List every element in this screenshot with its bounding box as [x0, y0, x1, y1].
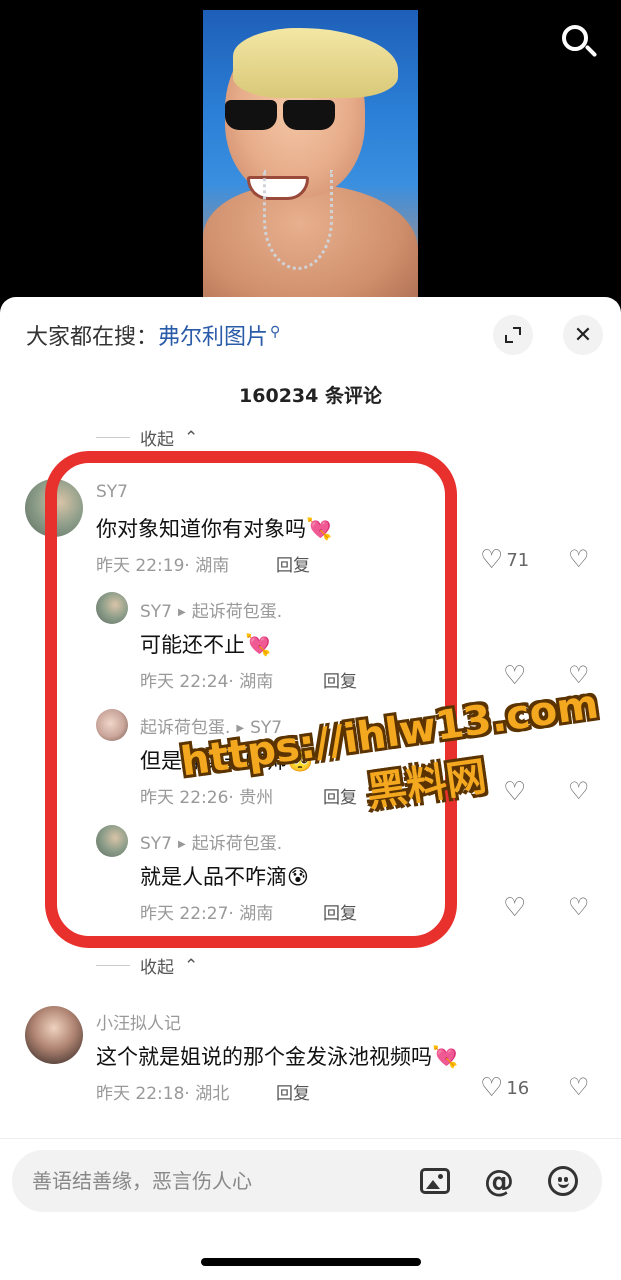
comment-input[interactable] [32, 1150, 412, 1212]
comment-username[interactable]: SY7 [96, 482, 128, 502]
reply-meta: 昨天 22:27· 湖南 [140, 904, 274, 924]
trending-search[interactable]: 大家都在搜： 弗尔利图片 ⚲ [26, 319, 280, 351]
image-icon[interactable] [418, 1164, 452, 1198]
expand-icon [505, 327, 521, 343]
close-button[interactable]: ✕ [563, 315, 603, 355]
reply-text: 可能还不止💘 [140, 633, 272, 657]
reply-button[interactable]: 回复 [323, 667, 357, 692]
dislike-icon[interactable]: ♡ [568, 895, 590, 919]
comment-input-bar[interactable]: @ [12, 1150, 602, 1212]
reply-meta: 昨天 22:26· 贵州 [140, 788, 274, 808]
avatar[interactable] [96, 825, 128, 857]
search-small-icon: ⚲ [270, 324, 281, 340]
like-button[interactable]: ♡ [503, 895, 526, 921]
like-button[interactable]: ♡ [503, 779, 526, 805]
comment-meta: 昨天 22:18· 湖北 [96, 1084, 230, 1104]
search-icon[interactable] [559, 22, 599, 62]
heart-icon: ♡ [503, 777, 527, 807]
comments-sheet: 大家都在搜： 弗尔利图片 ⚲ ✕ 160234 条评论 收起 ⌃ SY7 你对象… [0, 297, 621, 1280]
reply-arrow-icon: ▶ [178, 607, 186, 618]
collapse-divider [96, 437, 130, 438]
video-area[interactable] [0, 0, 621, 300]
reply-meta: 昨天 22:24· 湖南 [140, 672, 274, 692]
avatar[interactable] [25, 479, 83, 537]
comment-meta: 昨天 22:19· 湖南 [96, 556, 230, 576]
collapse-divider [96, 965, 130, 966]
reply-text: 但是确实长的帅🥺 [140, 749, 314, 773]
reply-username[interactable]: SY7 ▶ 起诉荷包蛋. [140, 597, 282, 622]
chevron-up-icon: ⌃ [184, 427, 199, 448]
video-thumbnail[interactable] [203, 10, 418, 300]
avatar[interactable] [96, 592, 128, 624]
reply-text: 就是人品不咋滴😰 [140, 865, 309, 889]
dislike-icon[interactable]: ♡ [568, 547, 590, 571]
reply-username[interactable]: 起诉荷包蛋. ▶ SY7 [140, 713, 282, 738]
like-button[interactable]: ♡ 16 [480, 1075, 529, 1101]
heart-icon: ♡ [503, 661, 527, 691]
person-hair [233, 28, 398, 98]
like-button[interactable]: ♡ [503, 663, 526, 689]
dislike-icon[interactable]: ♡ [568, 1075, 590, 1099]
heart-icon: ♡ [503, 893, 527, 923]
reply-username[interactable]: SY7 ▶ 起诉荷包蛋. [140, 829, 282, 854]
comment-count: 160234 条评论 [239, 385, 382, 407]
search-keyword[interactable]: 弗尔利图片 [158, 319, 268, 351]
avatar[interactable] [25, 1006, 83, 1064]
collapse-label: 收起 [140, 958, 174, 978]
comment-text: 这个就是姐说的那个金发泳池视频吗💘 [96, 1045, 459, 1069]
collapse-label: 收起 [140, 430, 174, 450]
mention-icon[interactable]: @ [482, 1164, 516, 1199]
heart-icon: ♡ [480, 545, 504, 575]
dislike-icon[interactable]: ♡ [568, 663, 590, 687]
sunglasses [225, 100, 335, 134]
search-prefix: 大家都在搜： [26, 325, 159, 350]
reply-button[interactable]: 回复 [276, 551, 310, 576]
like-count: 71 [506, 549, 530, 571]
home-indicator[interactable] [201, 1258, 421, 1266]
reply-button[interactable]: 回复 [323, 899, 357, 924]
comment-username[interactable]: 小汪拟人记 [96, 1009, 181, 1034]
dislike-icon[interactable]: ♡ [568, 779, 590, 803]
heart-icon: ♡ [480, 1073, 504, 1103]
close-icon: ✕ [573, 322, 593, 348]
reply-arrow-icon: ▶ [236, 723, 245, 734]
collapse-replies-top[interactable]: 收起 ⌃ [96, 425, 198, 450]
like-count: 16 [506, 1077, 530, 1099]
avatar[interactable] [96, 709, 128, 741]
comment-text: 你对象知道你有对象吗💘 [96, 517, 333, 541]
like-button[interactable]: ♡ 71 [480, 547, 529, 573]
reply-button[interactable]: 回复 [276, 1079, 310, 1104]
chevron-up-icon: ⌃ [184, 955, 199, 976]
necklace [263, 170, 333, 270]
input-divider [0, 1138, 621, 1139]
collapse-replies-bottom[interactable]: 收起 ⌃ [96, 953, 198, 978]
reply-arrow-icon: ▶ [178, 839, 186, 850]
reply-button[interactable]: 回复 [323, 783, 357, 808]
expand-button[interactable] [493, 315, 533, 355]
emoji-icon[interactable] [546, 1164, 580, 1198]
